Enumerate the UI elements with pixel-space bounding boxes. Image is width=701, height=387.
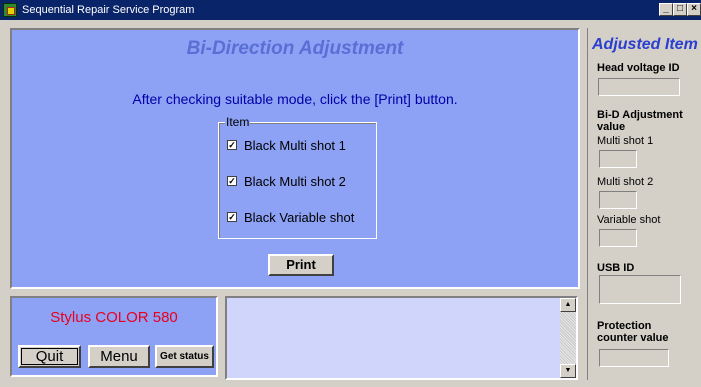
checkbox-label: Black Variable shot bbox=[244, 210, 355, 225]
multi-shot-2-label: Multi shot 2 bbox=[597, 176, 654, 188]
usb-id-field bbox=[599, 275, 681, 304]
model-name: Stylus COLOR 580 bbox=[50, 309, 178, 326]
checkbox-box[interactable]: ✓ bbox=[227, 140, 237, 150]
window-title: Sequential Repair Service Program bbox=[22, 4, 195, 16]
item-groupbox: Item ✓ Black Multi shot 1 ✓ Black Multi … bbox=[218, 116, 377, 239]
checkbox-box[interactable]: ✓ bbox=[227, 176, 237, 186]
multi-shot-2-field bbox=[599, 191, 637, 209]
quit-button[interactable]: Quit bbox=[18, 345, 81, 368]
head-voltage-id-field bbox=[598, 78, 680, 96]
close-button[interactable]: × bbox=[687, 3, 701, 16]
panel-title: Bi-Direction Adjustment bbox=[186, 38, 404, 59]
log-output[interactable]: ▲ ▼ bbox=[225, 296, 578, 380]
adjustment-panel: Bi-Direction Adjustment After checking s… bbox=[10, 28, 580, 289]
checkbox-box[interactable]: ✓ bbox=[227, 212, 237, 222]
adjusted-item-panel: Adjusted Item Head voltage ID Bi-D Adjus… bbox=[587, 28, 698, 380]
model-panel: Stylus COLOR 580 Quit Menu Get status bbox=[10, 296, 218, 377]
instruction-text: After checking suitable mode, click the … bbox=[132, 91, 458, 107]
checkbox-label: Black Multi shot 1 bbox=[244, 138, 346, 153]
print-button[interactable]: Print bbox=[268, 254, 334, 276]
protection-counter-label: Protection counter value bbox=[597, 320, 669, 344]
variable-shot-field bbox=[599, 229, 637, 247]
multi-shot-1-label: Multi shot 1 bbox=[597, 135, 654, 147]
app-icon bbox=[3, 3, 17, 17]
maximize-button[interactable]: □ bbox=[673, 3, 687, 16]
protection-counter-field bbox=[599, 349, 669, 367]
variable-shot-label: Variable shot bbox=[597, 214, 661, 226]
adjusted-item-title: Adjusted Item bbox=[592, 36, 698, 53]
checkbox-label: Black Multi shot 2 bbox=[244, 174, 346, 189]
scroll-down-arrow-icon[interactable]: ▼ bbox=[560, 364, 576, 378]
scroll-up-arrow-icon[interactable]: ▲ bbox=[560, 298, 576, 312]
multi-shot-1-field bbox=[599, 150, 637, 168]
log-scrollbar[interactable]: ▲ ▼ bbox=[560, 298, 576, 378]
item-group-label: Item bbox=[225, 115, 251, 129]
minimize-button[interactable]: _ bbox=[659, 3, 673, 16]
get-status-button[interactable]: Get status bbox=[155, 345, 214, 368]
bid-adjustment-label: Bi-D Adjustment value bbox=[597, 109, 683, 133]
head-voltage-id-label: Head voltage ID bbox=[597, 62, 680, 74]
usb-id-label: USB ID bbox=[597, 262, 635, 274]
title-bar: Sequential Repair Service Program _ □ × bbox=[0, 0, 701, 20]
menu-button[interactable]: Menu bbox=[88, 345, 150, 368]
